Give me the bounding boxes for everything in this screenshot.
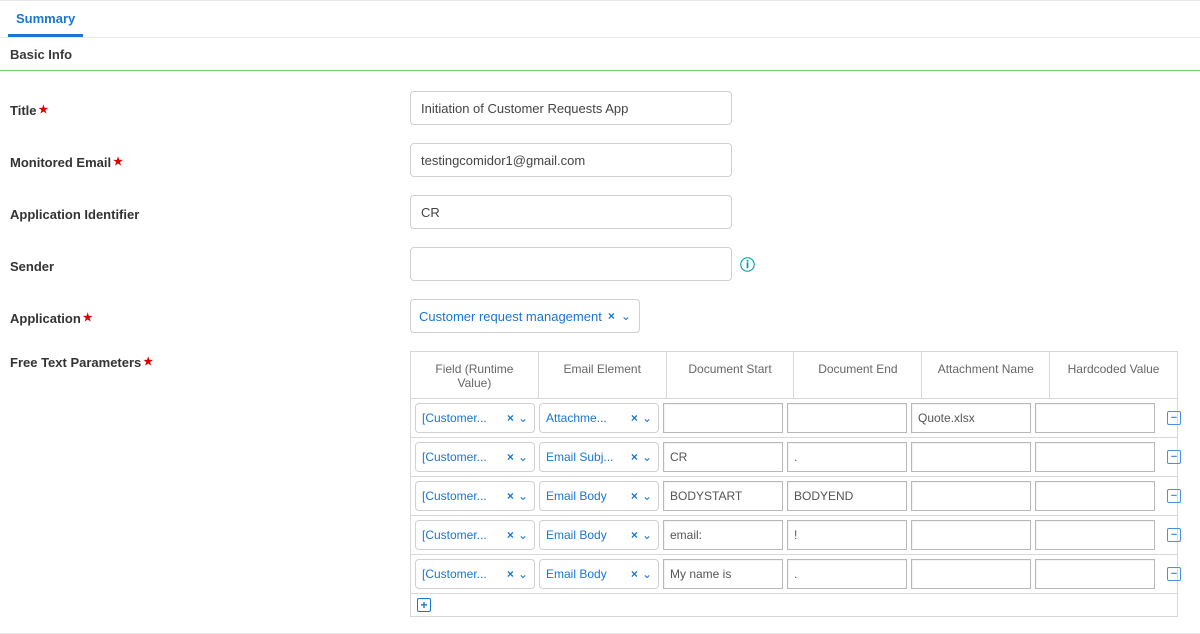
chevron-down-icon[interactable]: ⌄	[518, 411, 528, 425]
label-free-text-parameters: Free Text Parameters★	[10, 351, 410, 370]
clear-icon[interactable]: ×	[507, 411, 514, 425]
chevron-down-icon[interactable]: ⌄	[621, 309, 631, 323]
chevron-down-icon[interactable]: ⌄	[518, 528, 528, 542]
delete-row-button[interactable]: −	[1167, 450, 1181, 464]
field-select[interactable]: [Customer...×⌄	[415, 481, 535, 511]
hardcoded-value-input[interactable]	[1035, 559, 1155, 589]
delete-row-button[interactable]: −	[1167, 411, 1181, 425]
required-mark: ★	[83, 312, 93, 324]
chevron-down-icon[interactable]: ⌄	[518, 450, 528, 464]
label-title: Title★	[10, 99, 410, 118]
table-row: [Customer...×⌄ Email Body×⌄ −	[411, 477, 1177, 516]
clear-icon[interactable]: ×	[631, 450, 638, 464]
email-element-select[interactable]: Email Body×⌄	[539, 559, 659, 589]
document-end-input[interactable]	[787, 559, 907, 589]
chevron-down-icon[interactable]: ⌄	[642, 567, 652, 581]
hardcoded-value-input[interactable]	[1035, 520, 1155, 550]
delete-row-button[interactable]: −	[1167, 567, 1181, 581]
table-row: [Customer...×⌄ Email Body×⌄ −	[411, 516, 1177, 555]
page: Summary Basic Info Title★ Monitored Emai…	[0, 0, 1200, 634]
attachment-name-input[interactable]	[911, 403, 1031, 433]
attachment-name-input[interactable]	[911, 520, 1031, 550]
tab-summary[interactable]: Summary	[8, 1, 83, 37]
table-row: [Customer...×⌄ Attachme...×⌄ −	[411, 399, 1177, 438]
label-monitored-email: Monitored Email★	[10, 151, 410, 170]
info-icon[interactable]: ⓘ	[740, 254, 755, 275]
attachment-name-input[interactable]	[911, 442, 1031, 472]
delete-row-button[interactable]: −	[1167, 528, 1181, 542]
chevron-down-icon[interactable]: ⌄	[518, 489, 528, 503]
clear-icon[interactable]: ×	[507, 528, 514, 542]
clear-icon[interactable]: ×	[608, 309, 615, 323]
table-row: [Customer...×⌄ Email Body×⌄ −	[411, 555, 1177, 594]
document-start-input[interactable]	[663, 559, 783, 589]
table-footer: +	[411, 594, 1177, 616]
field-select[interactable]: [Customer...×⌄	[415, 403, 535, 433]
email-element-select[interactable]: Attachme...×⌄	[539, 403, 659, 433]
parameters-grid: Field (Runtime Value) Email Element Docu…	[410, 351, 1178, 617]
section-heading-basic-info: Basic Info	[0, 38, 1200, 71]
document-end-input[interactable]	[787, 481, 907, 511]
hardcoded-value-input[interactable]	[1035, 481, 1155, 511]
label-application-identifier: Application Identifier	[10, 203, 410, 222]
clear-icon[interactable]: ×	[507, 450, 514, 464]
col-attachment-name: Attachment Name	[922, 352, 1050, 398]
clear-icon[interactable]: ×	[631, 489, 638, 503]
clear-icon[interactable]: ×	[631, 411, 638, 425]
clear-icon[interactable]: ×	[631, 528, 638, 542]
delete-row-button[interactable]: −	[1167, 489, 1181, 503]
chevron-down-icon[interactable]: ⌄	[642, 528, 652, 542]
title-input[interactable]	[410, 91, 732, 125]
field-select[interactable]: [Customer...×⌄	[415, 559, 535, 589]
document-end-input[interactable]	[787, 403, 907, 433]
chevron-down-icon[interactable]: ⌄	[642, 450, 652, 464]
hardcoded-value-input[interactable]	[1035, 442, 1155, 472]
document-start-input[interactable]	[663, 481, 783, 511]
hardcoded-value-input[interactable]	[1035, 403, 1155, 433]
application-select[interactable]: Customer request management × ⌄	[410, 299, 640, 333]
col-document-start: Document Start	[667, 352, 795, 398]
clear-icon[interactable]: ×	[507, 567, 514, 581]
document-start-input[interactable]	[663, 442, 783, 472]
field-select[interactable]: [Customer...×⌄	[415, 442, 535, 472]
col-field: Field (Runtime Value)	[411, 352, 539, 398]
chevron-down-icon[interactable]: ⌄	[642, 489, 652, 503]
required-mark: ★	[113, 156, 123, 168]
chevron-down-icon[interactable]: ⌄	[518, 567, 528, 581]
clear-icon[interactable]: ×	[631, 567, 638, 581]
clear-icon[interactable]: ×	[507, 489, 514, 503]
email-element-select[interactable]: Email Body×⌄	[539, 520, 659, 550]
document-start-input[interactable]	[663, 520, 783, 550]
email-element-select[interactable]: Email Body×⌄	[539, 481, 659, 511]
field-select[interactable]: [Customer...×⌄	[415, 520, 535, 550]
sender-input[interactable]	[410, 247, 732, 281]
add-row-button[interactable]: +	[417, 598, 431, 612]
chevron-down-icon[interactable]: ⌄	[642, 411, 652, 425]
form: Title★ Monitored Email★ Application Iden…	[0, 71, 1200, 633]
required-mark: ★	[39, 104, 49, 116]
monitored-email-input[interactable]	[410, 143, 732, 177]
attachment-name-input[interactable]	[911, 559, 1031, 589]
document-end-input[interactable]	[787, 520, 907, 550]
tabbar: Summary	[0, 1, 1200, 38]
document-end-input[interactable]	[787, 442, 907, 472]
col-document-end: Document End	[794, 352, 922, 398]
col-hardcoded-value: Hardcoded Value	[1050, 352, 1177, 398]
label-application: Application★	[10, 307, 410, 326]
attachment-name-input[interactable]	[911, 481, 1031, 511]
application-value: Customer request management	[419, 309, 602, 324]
document-start-input[interactable]	[663, 403, 783, 433]
required-mark: ★	[143, 356, 153, 368]
application-identifier-input[interactable]	[410, 195, 732, 229]
col-email-element: Email Element	[539, 352, 667, 398]
table-row: [Customer...×⌄ Email Subj...×⌄ −	[411, 438, 1177, 477]
label-sender: Sender	[10, 255, 410, 274]
table-header: Field (Runtime Value) Email Element Docu…	[411, 352, 1177, 399]
email-element-select[interactable]: Email Subj...×⌄	[539, 442, 659, 472]
